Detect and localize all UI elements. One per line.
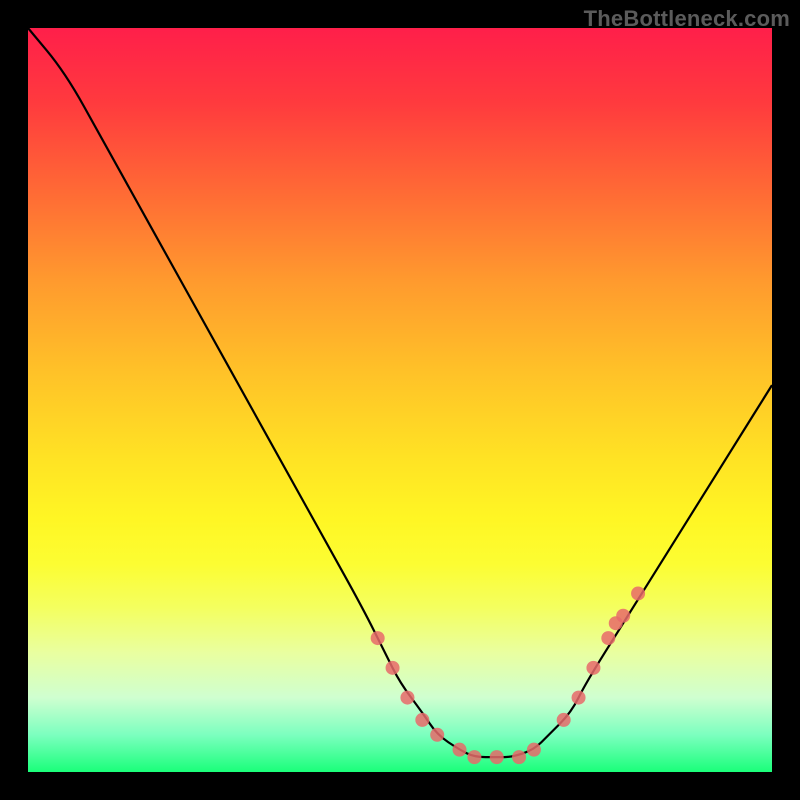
marker-point: [616, 609, 630, 623]
marker-point: [586, 661, 600, 675]
marker-point: [386, 661, 400, 675]
marker-point: [572, 691, 586, 705]
marker-point: [601, 631, 615, 645]
marker-point: [371, 631, 385, 645]
marker-point: [490, 750, 504, 764]
chart-container: TheBottleneck.com: [0, 0, 800, 800]
marker-point: [430, 728, 444, 742]
marker-point: [512, 750, 526, 764]
plot-area: [28, 28, 772, 772]
marker-point: [557, 713, 571, 727]
curve-layer: [28, 28, 772, 772]
marker-point: [527, 743, 541, 757]
marker-group: [371, 586, 645, 764]
marker-point: [467, 750, 481, 764]
marker-point: [631, 586, 645, 600]
watermark-label: TheBottleneck.com: [584, 6, 790, 32]
marker-point: [453, 743, 467, 757]
marker-point: [415, 713, 429, 727]
bottleneck-curve-path: [28, 28, 772, 757]
marker-point: [400, 691, 414, 705]
